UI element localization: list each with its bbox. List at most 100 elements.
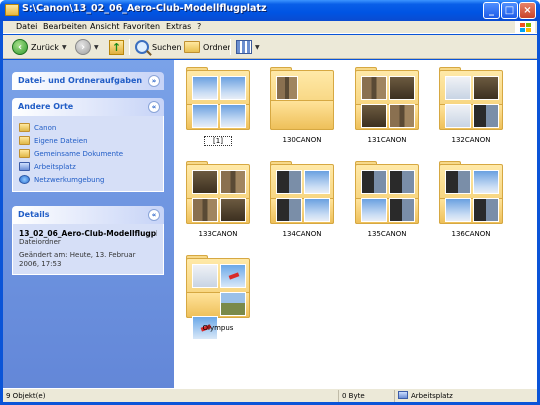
details-header[interactable]: Details « (12, 206, 164, 224)
chevron-down-icon[interactable]: ▼ (94, 44, 99, 51)
folder-label: 133CANON (198, 230, 238, 238)
task-pane: Datei- und Ordneraufgaben » Andere Orte … (3, 60, 174, 388)
folder-icon (186, 67, 250, 132)
details-title: Details (18, 210, 50, 219)
menu-extras[interactable]: Extras (166, 22, 191, 31)
toolbar: ‹ Zurück ▼ › ▼ ↑ Suchen Ordner ▼ (3, 35, 537, 59)
folder-item[interactable]: Olympus (174, 254, 254, 340)
forward-arrow-icon: › (75, 39, 91, 55)
search-label: Suchen (152, 42, 182, 52)
status-location-label: Arbeitsplatz (411, 392, 453, 400)
status-size: 0 Byte (339, 390, 395, 402)
up-folder-button[interactable]: ↑ (109, 38, 124, 56)
forward-button[interactable]: › ▼ (75, 38, 99, 56)
menu-favoriten[interactable]: Favoriten (123, 22, 160, 31)
chevron-down-icon[interactable]: ▼ (255, 44, 260, 51)
folder-item[interactable]: 130CANON (258, 66, 338, 150)
other-places-list: Canon Eigene Dateien Gemeinsame Dokument… (12, 116, 164, 192)
menu-help[interactable]: ? (197, 22, 201, 31)
toolbar-separator (129, 39, 130, 55)
expand-icon[interactable]: » (148, 75, 160, 87)
views-button[interactable]: ▼ (236, 38, 260, 56)
folder-icon (19, 149, 30, 158)
status-bar: 9 Objekt(e) 0 Byte Arbeitsplatz (3, 388, 537, 402)
file-tasks-panel: Datei- und Ordneraufgaben » (12, 72, 164, 90)
status-location: Arbeitsplatz (395, 390, 537, 402)
close-button[interactable]: × (519, 2, 536, 19)
computer-icon (19, 162, 30, 171)
other-places-header[interactable]: Andere Orte « (12, 98, 164, 116)
maximize-button[interactable]: □ (501, 2, 518, 19)
folder-label: 132CANON (451, 136, 491, 144)
title-bar[interactable]: S:\Canon\13_02_06_Aero-Club-Modellflugpl… (0, 0, 540, 21)
details-panel: Details « 13_02_06_Aero-Club-Modellflugp… (12, 206, 164, 275)
details-body: 13_02_06_Aero-Club-Modellflugpl Dateiord… (12, 224, 164, 275)
folder-label: 131CANON (367, 136, 407, 144)
folder-icon (355, 67, 419, 132)
folder-icon (439, 161, 503, 226)
folder-label: [1] (204, 136, 232, 146)
place-label: Canon (34, 123, 57, 132)
folder-item[interactable]: 136CANON (427, 160, 507, 244)
up-folder-icon: ↑ (109, 39, 124, 55)
menu-bar: Datei Bearbeiten Ansicht Favoriten Extra… (3, 21, 537, 34)
chevron-down-icon[interactable]: ▼ (62, 44, 67, 51)
folder-item[interactable]: 134CANON (258, 160, 338, 244)
folder-icon (186, 255, 250, 340)
place-link-network[interactable]: Netzwerkumgebung (19, 173, 157, 186)
folder-item[interactable]: 132CANON (427, 66, 507, 150)
folder-item[interactable]: [1] (174, 66, 254, 150)
folder-item[interactable]: 135CANON (343, 160, 423, 244)
menu-ansicht[interactable]: Ansicht (90, 22, 120, 31)
folder-label: 136CANON (451, 230, 491, 238)
place-label: Eigene Dateien (34, 136, 88, 145)
folder-icon (270, 161, 334, 226)
folder-label: Olympus (202, 324, 234, 332)
other-places-panel: Andere Orte « Canon Eigene Dateien Gemei… (12, 98, 164, 192)
folder-icon (270, 67, 334, 132)
place-link-my-computer[interactable]: Arbeitsplatz (19, 160, 157, 173)
windows-logo-icon (515, 21, 535, 34)
place-label: Gemeinsame Dokumente (34, 149, 124, 158)
views-icon (236, 40, 252, 54)
collapse-icon[interactable]: « (148, 101, 160, 113)
details-folder-name: 13_02_06_Aero-Club-Modellflugpl (19, 229, 157, 238)
back-label: Zurück (31, 42, 59, 52)
folder-item[interactable]: 133CANON (174, 160, 254, 244)
folders-label: Ordner (203, 42, 231, 52)
toolbar-separator (230, 39, 231, 55)
place-link-canon[interactable]: Canon (19, 121, 157, 134)
folder-label: 134CANON (282, 230, 322, 238)
folders-button[interactable]: Ordner (184, 38, 231, 56)
other-places-title: Andere Orte (18, 102, 74, 111)
menu-bearbeiten[interactable]: Bearbeiten (43, 22, 87, 31)
place-label: Arbeitsplatz (34, 162, 76, 171)
folder-icon (19, 123, 30, 132)
network-icon (19, 175, 30, 184)
folders-icon (184, 41, 200, 53)
search-icon (135, 40, 149, 54)
search-button[interactable]: Suchen (135, 38, 182, 56)
folder-label: 135CANON (367, 230, 407, 238)
menu-datei[interactable]: Datei (16, 22, 37, 31)
folder-icon (186, 161, 250, 226)
file-tasks-header[interactable]: Datei- und Ordneraufgaben » (12, 72, 164, 90)
details-folder-type: Dateiordner (19, 238, 61, 246)
window-title: S:\Canon\13_02_06_Aero-Club-Modellflugpl… (22, 3, 267, 14)
explorer-window: S:\Canon\13_02_06_Aero-Club-Modellflugpl… (0, 0, 540, 405)
back-arrow-icon: ‹ (12, 39, 28, 55)
folder-icon (5, 4, 19, 16)
file-tasks-title: Datei- und Ordneraufgaben (18, 76, 143, 85)
place-link-my-documents[interactable]: Eigene Dateien (19, 134, 157, 147)
place-label: Netzwerkumgebung (34, 175, 105, 184)
status-object-count: 9 Objekt(e) (3, 390, 339, 402)
place-link-shared-documents[interactable]: Gemeinsame Dokumente (19, 147, 157, 160)
folder-view: [1] 130CANON 131CANON 132CANON 133CANON … (174, 60, 537, 388)
back-button[interactable]: ‹ Zurück ▼ (12, 38, 67, 56)
folder-icon (19, 136, 30, 145)
folder-item[interactable]: 131CANON (343, 66, 423, 150)
collapse-icon[interactable]: « (148, 209, 160, 221)
minimize-button[interactable]: _ (483, 2, 500, 19)
folder-icon (439, 67, 503, 132)
details-modified: Geändert am: Heute, 13. Februar 2006, 17… (19, 251, 136, 268)
